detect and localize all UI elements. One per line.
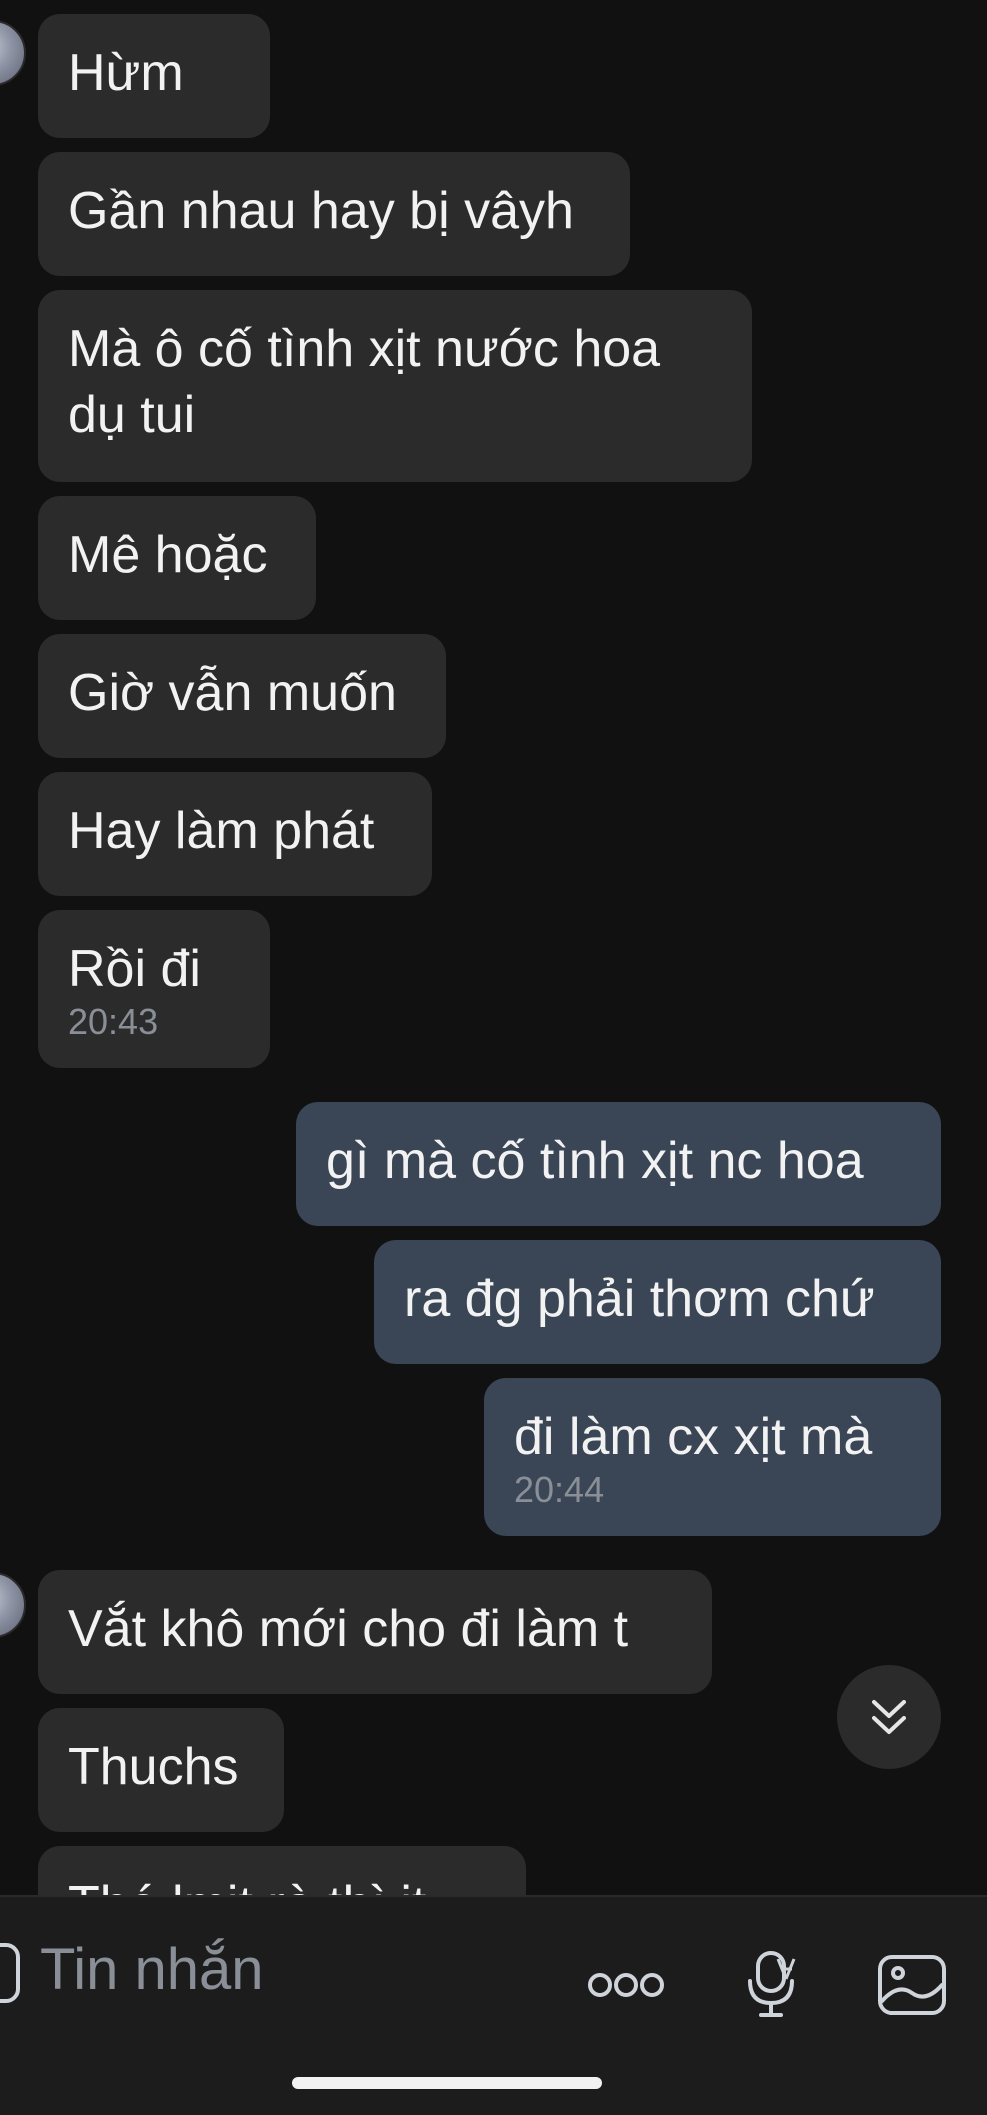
incoming-message[interactable]: Rồi đi 20:43 xyxy=(38,910,270,1068)
incoming-message[interactable]: Thuchs xyxy=(38,1708,284,1832)
incoming-message[interactable]: Hay làm phát xyxy=(38,772,432,896)
message-composer: Tin nhắn xyxy=(0,1895,987,2115)
incoming-message[interactable]: Mê hoặc xyxy=(38,496,316,620)
double-chevron-down-icon xyxy=(872,1700,906,1734)
incoming-message[interactable]: Thé lmit rà thì it xyxy=(38,1846,526,1895)
message-text-line-2: dụ tui xyxy=(68,386,196,444)
message-text: Gần nhau hay bị vâyh xyxy=(68,182,574,240)
message-timestamp: 20:44 xyxy=(514,1469,605,1510)
home-indicator[interactable] xyxy=(292,2077,602,2089)
message-text: Thé lmit rà thì it xyxy=(68,1872,496,1895)
message-text: gì mà cố tình xịt nc hoa xyxy=(326,1132,864,1190)
outgoing-message[interactable]: gì mà cố tình xịt nc hoa xyxy=(296,1102,941,1226)
message-timestamp: 20:43 xyxy=(68,1001,159,1042)
microphone-icon xyxy=(748,1951,796,2017)
message-text: Vắt khô mới cho đi làm t xyxy=(68,1600,629,1658)
incoming-message[interactable]: Hừm xyxy=(38,14,270,138)
incoming-message[interactable]: Gần nhau hay bị vâyh xyxy=(38,152,630,276)
message-input[interactable]: Tin nhắn xyxy=(40,1935,264,2005)
outgoing-message[interactable]: đi làm cx xịt mà 20:44 xyxy=(484,1378,941,1536)
incoming-message[interactable]: Mà ô cố tình xịt nước hoa dụ tui xyxy=(38,290,752,482)
gallery-button[interactable] xyxy=(872,1935,952,2035)
message-text: Mê hoặc xyxy=(68,526,268,584)
message-text: Thuchs xyxy=(68,1738,239,1796)
incoming-message[interactable]: Vắt khô mới cho đi làm t xyxy=(38,1570,712,1694)
contact-avatar[interactable] xyxy=(0,20,26,86)
message-text: Hừm xyxy=(68,44,184,102)
message-text: Mà ô cố tình xịt nước hoa xyxy=(68,320,661,378)
chat-screen: Hừm Gần nhau hay bị vâyh Mà ô cố tình xị… xyxy=(0,0,987,2115)
image-icon xyxy=(878,1955,946,2015)
emoji-button[interactable] xyxy=(0,1943,20,2003)
message-text: Rồi đi xyxy=(68,940,201,998)
message-text: đi làm cx xịt mà xyxy=(514,1408,873,1466)
message-text: ra đg phải thơm chứ xyxy=(404,1270,875,1328)
contact-avatar[interactable] xyxy=(0,1572,26,1638)
message-list[interactable]: Hừm Gần nhau hay bị vâyh Mà ô cố tình xị… xyxy=(0,0,987,1895)
more-button[interactable] xyxy=(580,1947,672,2023)
incoming-message[interactable]: Giờ vẫn muốn xyxy=(38,634,446,758)
voice-button[interactable] xyxy=(730,1935,814,2035)
more-dots-icon xyxy=(588,1973,664,1997)
scroll-to-bottom-button[interactable] xyxy=(837,1665,941,1769)
message-text: Hay làm phát xyxy=(68,802,375,860)
outgoing-message[interactable]: ra đg phải thơm chứ xyxy=(374,1240,941,1364)
message-text: Giờ vẫn muốn xyxy=(68,664,397,722)
